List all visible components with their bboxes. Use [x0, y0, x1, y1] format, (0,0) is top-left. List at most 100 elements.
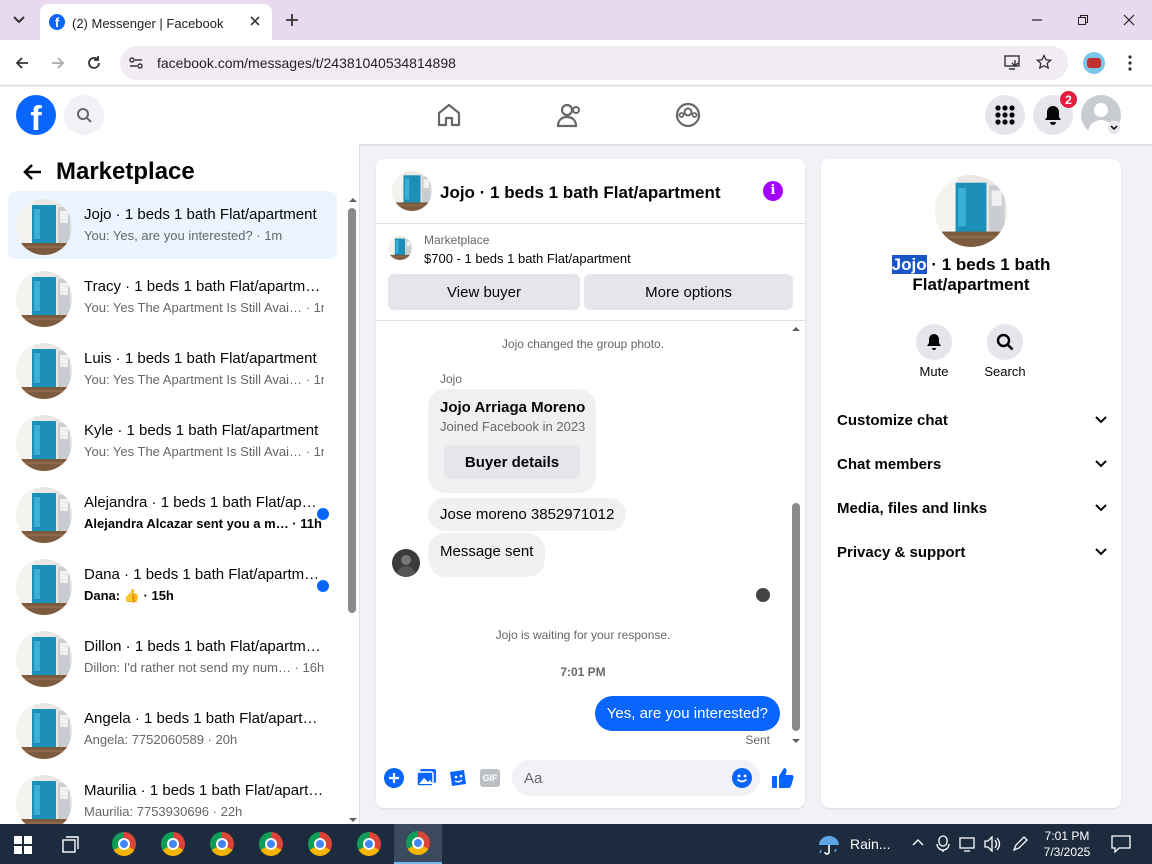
browser-tab[interactable]: f (2) Messenger | Facebook: [40, 4, 272, 40]
add-attachment-icon[interactable]: [384, 768, 404, 788]
site-info-icon[interactable]: [128, 55, 144, 71]
more-options-button[interactable]: More options: [584, 274, 793, 310]
chat-header-avatar[interactable]: [392, 171, 432, 211]
install-app-icon[interactable]: [1004, 55, 1022, 71]
conversation-avatar: [16, 487, 72, 543]
clock[interactable]: 7:01 PM 7/3/2025: [1040, 828, 1094, 860]
view-buyer-button[interactable]: View buyer: [388, 274, 580, 310]
conversation-item[interactable]: Dillon · 1 beds 1 bath Flat/apartment Dil…: [8, 623, 337, 691]
bookmark-star-icon[interactable]: [1036, 54, 1052, 70]
chat-title[interactable]: Jojo · 1 beds 1 bath Flat/apartment: [440, 183, 721, 203]
divider: [376, 223, 805, 224]
account-chevron-icon[interactable]: [1107, 121, 1121, 135]
weather-text[interactable]: Rain...: [850, 836, 890, 852]
message-bubble[interactable]: Jose moreno 3852971012: [428, 498, 627, 531]
tray-chevron-icon[interactable]: [912, 838, 924, 846]
minimize-icon[interactable]: [1030, 13, 1044, 27]
info-section-label: Media, files and links: [837, 499, 988, 517]
buyer-avatar[interactable]: [392, 549, 420, 577]
network-icon[interactable]: [959, 836, 977, 852]
facebook-logo-icon[interactable]: f: [16, 95, 56, 135]
windows-start-icon[interactable]: [14, 836, 32, 854]
windows-taskbar: Rain... 7:01 PM 7/3/2025: [0, 824, 1152, 864]
buyer-details-button[interactable]: Buyer details: [444, 445, 580, 479]
sender-name: Jojo: [440, 372, 463, 386]
mute-button[interactable]: [916, 324, 952, 360]
conversation-item[interactable]: Dana · 1 beds 1 bath Flat/apartment Dana:…: [8, 551, 337, 619]
my-message-bubble[interactable]: Yes, are you interested?: [594, 696, 780, 731]
task-view-icon[interactable]: [62, 836, 82, 854]
chat-info-icon[interactable]: i: [763, 181, 783, 201]
chat-info-name: Jojo · 1 beds 1 bath Flat/apartment: [891, 255, 1051, 295]
meet-icon[interactable]: [936, 835, 950, 853]
message-bubble[interactable]: Message sent: [428, 533, 546, 577]
info-section-media-files-and-links[interactable]: Media, files and links: [837, 490, 1107, 526]
friends-icon[interactable]: [556, 102, 584, 128]
taskbar-chrome-2[interactable]: [153, 828, 193, 860]
search-chat-button[interactable]: [987, 324, 1023, 360]
back-arrow-icon[interactable]: [22, 163, 42, 181]
forward-icon[interactable]: [50, 55, 66, 71]
chevron-down-icon: [1095, 416, 1107, 424]
buyer-profile-card: Jojo Arriaga Moreno Joined Facebook in 2…: [428, 389, 596, 493]
taskbar-chrome-1[interactable]: [104, 828, 144, 860]
conversation-preview: You: Yes The Apartment Is Still Avai… · …: [84, 300, 324, 315]
volume-icon[interactable]: [983, 835, 1001, 853]
card-subtitle: Joined Facebook in 2023: [440, 419, 586, 434]
notification-center-icon[interactable]: [1111, 835, 1131, 853]
conversation-name: Dana · 1 beds 1 bath Flat/apartment: [84, 566, 324, 583]
conversation-scrollbar[interactable]: [347, 196, 357, 824]
clock-time: 7:01 PM: [1044, 829, 1090, 843]
taskbar-chrome-4[interactable]: [251, 828, 291, 860]
listing-thumbnail[interactable]: [388, 236, 412, 260]
chat-info-name-rest: · 1 beds 1 bath Flat/apartment: [912, 255, 1051, 294]
emoji-icon[interactable]: [732, 768, 752, 788]
conversation-name: Alejandra · 1 beds 1 bath Flat/apartment: [84, 494, 324, 511]
taskbar-chrome-5[interactable]: [300, 828, 340, 860]
listing-title[interactable]: $700 - 1 beds 1 bath Flat/apartment: [424, 251, 631, 266]
conversation-avatar: [16, 631, 72, 687]
gif-icon[interactable]: GIF: [480, 769, 500, 787]
url-text: facebook.com/messages/t/2438104053481489…: [157, 55, 456, 71]
window-close-icon[interactable]: [1122, 13, 1136, 27]
home-icon[interactable]: [436, 102, 462, 128]
groups-icon[interactable]: [675, 102, 701, 128]
weather-umbrella-icon[interactable]: [817, 834, 841, 856]
conversation-item[interactable]: Kyle · 1 beds 1 bath Flat/apartment You: …: [8, 407, 337, 475]
new-tab-icon[interactable]: [284, 12, 300, 28]
message-input[interactable]: Aa: [512, 760, 760, 796]
conversation-item[interactable]: Luis · 1 beds 1 bath Flat/apartment You: …: [8, 335, 337, 403]
pen-icon[interactable]: [1011, 835, 1029, 853]
restore-icon[interactable]: [1076, 13, 1090, 27]
back-icon[interactable]: [14, 55, 30, 71]
conversation-preview: You: Yes The Apartment Is Still Avai… · …: [84, 444, 324, 459]
chat-info-avatar[interactable]: [935, 175, 1007, 247]
info-section-privacy-support[interactable]: Privacy & support: [837, 534, 1107, 570]
chat-scrollbar[interactable]: [790, 321, 802, 745]
info-section-customize-chat[interactable]: Customize chat: [837, 402, 1107, 438]
divider: [376, 320, 805, 321]
conversation-item[interactable]: Jojo · 1 beds 1 bath Flat/apartment You: …: [8, 191, 337, 259]
conversation-item[interactable]: Angela · 1 beds 1 bath Flat/apartment Ang…: [8, 695, 337, 763]
conversation-name: Tracy · 1 beds 1 bath Flat/apartment: [84, 278, 324, 295]
listing-label: Marketplace: [424, 233, 490, 247]
profile-avatar-icon[interactable]: [1083, 52, 1105, 74]
tab-search-chevron-icon[interactable]: [8, 9, 30, 31]
conversation-item[interactable]: Tracy · 1 beds 1 bath Flat/apartment You:…: [8, 263, 337, 331]
photo-icon[interactable]: [416, 768, 438, 788]
menu-grid-icon[interactable]: [985, 95, 1025, 135]
sticker-icon[interactable]: [448, 768, 468, 788]
conversation-item[interactable]: Alejandra · 1 beds 1 bath Flat/apartment…: [8, 479, 337, 547]
taskbar-chrome-active[interactable]: [394, 824, 442, 864]
address-bar[interactable]: facebook.com/messages/t/2438104053481489…: [120, 46, 1068, 80]
reload-icon[interactable]: [86, 55, 102, 71]
close-tab-icon[interactable]: [248, 14, 262, 28]
conversation-preview: You: Yes, are you interested? · 1m: [84, 228, 283, 243]
browser-menu-icon[interactable]: [1127, 54, 1133, 72]
taskbar-chrome-3[interactable]: [202, 828, 242, 860]
thumbs-up-icon[interactable]: [771, 766, 795, 790]
search-icon[interactable]: [64, 95, 104, 135]
info-section-chat-members[interactable]: Chat members: [837, 446, 1107, 482]
chat-info-panel: Jojo · 1 beds 1 bath Flat/apartment Mute…: [821, 159, 1121, 808]
taskbar-chrome-6[interactable]: [349, 828, 389, 860]
